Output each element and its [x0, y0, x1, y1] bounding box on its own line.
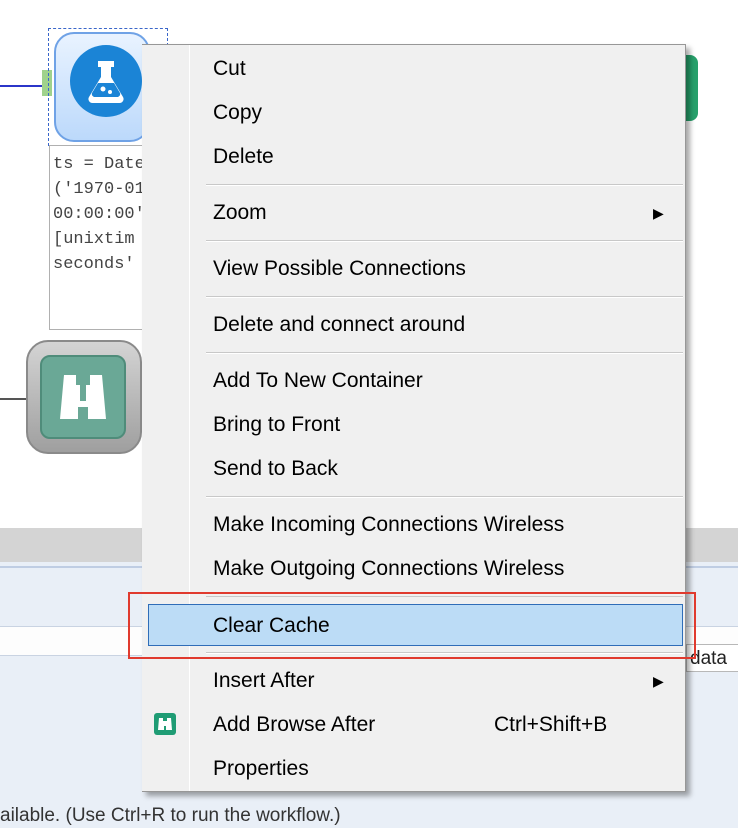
menu-item-delete[interactable]: Delete: [148, 137, 683, 177]
menu-item-label: Send to Back: [213, 457, 338, 480]
menu-item-label: Add Browse After: [213, 713, 376, 736]
menu-item-label: Delete: [213, 145, 274, 168]
menu-item-shortcut: Ctrl+Shift+B: [494, 713, 608, 736]
menu-item-bring-to-front[interactable]: Bring to Front: [148, 405, 683, 445]
menu-item-label: Add To New Container: [213, 369, 423, 392]
menu-separator: [206, 241, 683, 242]
menu-item-send-to-back[interactable]: Send to Back: [148, 449, 683, 489]
menu-item-zoom[interactable]: Zoom ▶: [148, 193, 683, 233]
menu-item-insert-after[interactable]: Insert After ▶: [148, 661, 683, 701]
menu-separator: [206, 353, 683, 354]
highlight-annotation-frame: [128, 592, 696, 659]
menu-item-label: Copy: [213, 101, 263, 124]
menu-item-label: Properties: [213, 757, 309, 780]
menu-item-properties[interactable]: Properties: [148, 749, 683, 789]
menu-item-view-possible-connections[interactable]: View Possible Connections: [148, 249, 683, 289]
menu-separator: [206, 185, 683, 186]
menu-item-add-to-new-container[interactable]: Add To New Container: [148, 361, 683, 401]
menu-item-label: Insert After: [213, 669, 315, 692]
menu-separator: [206, 497, 683, 498]
menu-item-label: Make Incoming Connections Wireless: [213, 513, 565, 536]
menu-item-add-browse-after[interactable]: Add Browse After Ctrl+Shift+B: [148, 705, 683, 745]
status-message: ailable. (Use Ctrl+R to run the workflow…: [0, 805, 341, 826]
menu-item-label: Bring to Front: [213, 413, 341, 436]
menu-item-label: View Possible Connections: [213, 257, 466, 280]
menu-item-delete-and-connect-around[interactable]: Delete and connect around: [148, 305, 683, 345]
menu-item-label: Make Outgoing Connections Wireless: [213, 557, 565, 580]
submenu-arrow-icon: ▶: [653, 673, 664, 689]
menu-item-label: Zoom: [213, 201, 267, 224]
menu-item-cut[interactable]: Cut: [148, 49, 683, 89]
binoculars-icon: [154, 713, 176, 735]
binoculars-icon: [40, 355, 126, 439]
menu-item-make-incoming-wireless[interactable]: Make Incoming Connections Wireless: [148, 505, 683, 545]
menu-item-make-outgoing-wireless[interactable]: Make Outgoing Connections Wireless: [148, 549, 683, 589]
submenu-arrow-icon: ▶: [653, 205, 664, 221]
menu-item-label: Cut: [213, 57, 246, 80]
menu-item-label: Delete and connect around: [213, 313, 466, 336]
flask-icon: [70, 45, 142, 117]
menu-item-copy[interactable]: Copy: [148, 93, 683, 133]
menu-separator: [206, 297, 683, 298]
